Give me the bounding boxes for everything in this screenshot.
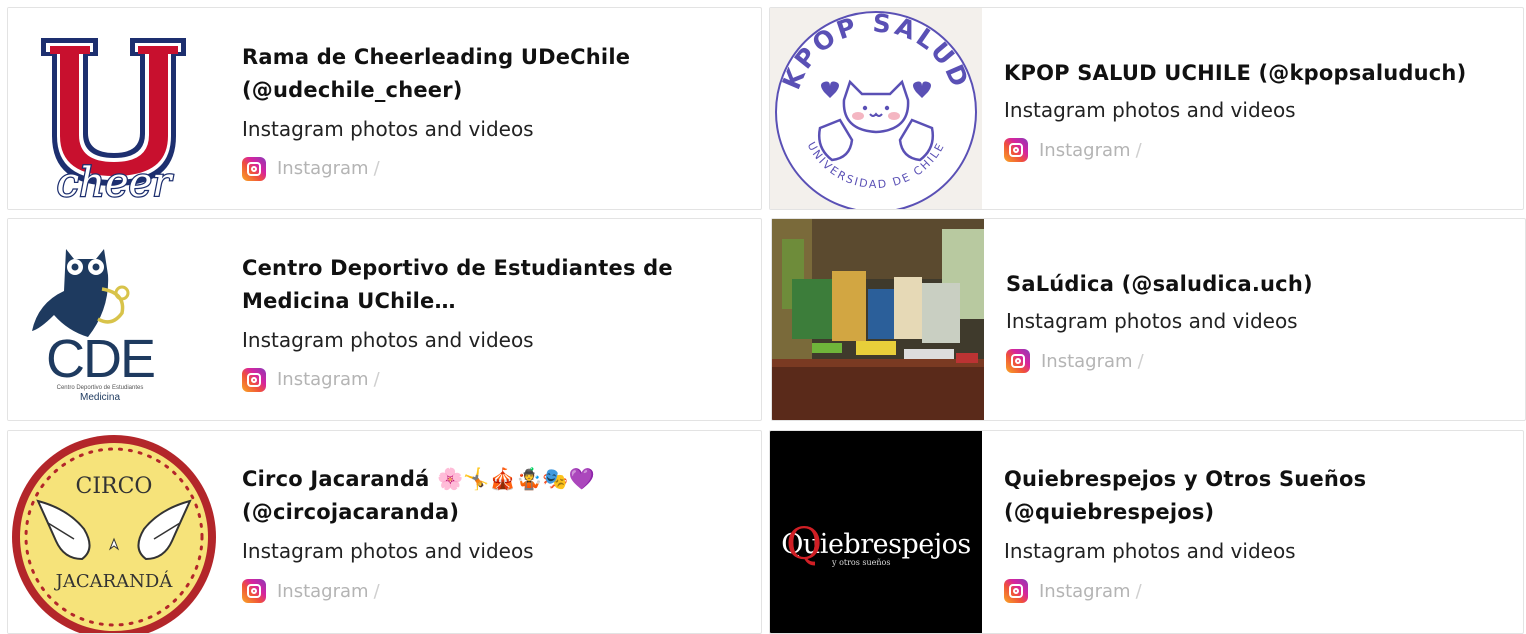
card-title-line: KPOP SALUD UCHILE (@kpopsaluduch) xyxy=(1004,61,1467,85)
link-card-circo-jacaranda[interactable]: CIRCO JACARANDÁ Circo Jacarandá 🌸🤸🎪🤹🎭💜 (… xyxy=(7,430,762,634)
card-description: Instagram photos and videos xyxy=(242,327,534,352)
card-title-line: Quiebrespejos y Otros Sueños xyxy=(1004,467,1367,491)
circo-text-top: CIRCO xyxy=(76,474,153,499)
source-separator: / xyxy=(373,369,380,390)
card-description: Instagram photos and videos xyxy=(1006,309,1298,333)
card-title-line: Centro Deportivo de Estudiantes de xyxy=(242,255,673,280)
card-thumbnail xyxy=(772,219,984,420)
card-thumbnail: cheer xyxy=(8,8,220,209)
link-card-kpop-salud[interactable]: KPOP SALUD UNIVERSIDAD DE CHILE KPOP SAL… xyxy=(769,7,1524,210)
card-thumbnail: CDE Centro Deportivo de Estudiantes Medi… xyxy=(8,219,220,420)
cde-sub-text: Medicina xyxy=(80,392,120,403)
source-label: Instagram xyxy=(1039,580,1131,602)
source-separator: / xyxy=(373,158,380,179)
instagram-icon xyxy=(1004,579,1028,603)
card-info: Quiebrespejos y Otros Sueños (@quiebresp… xyxy=(982,431,1523,633)
instagram-icon xyxy=(1006,349,1030,373)
card-description: Instagram photos and videos xyxy=(242,116,534,141)
card-info: Centro Deportivo de Estudiantes de Medic… xyxy=(220,219,761,420)
card-title[interactable]: SaLúdica (@saludica.uch) xyxy=(1006,268,1525,301)
card-source[interactable]: Instagram / xyxy=(1004,138,1523,162)
source-separator: / xyxy=(1135,139,1142,161)
card-source[interactable]: Instagram / xyxy=(1006,349,1525,373)
card-title[interactable]: Centro Deportivo de Estudiantes de Medic… xyxy=(242,252,761,318)
card-title-line: (@circojacaranda) xyxy=(242,500,460,524)
source-separator: / xyxy=(1135,580,1142,602)
circo-text-bottom: JACARANDÁ xyxy=(54,569,174,592)
card-thumbnail: KPOP SALUD UNIVERSIDAD DE CHILE xyxy=(770,8,982,209)
card-title-line: Circo Jacarandá 🌸🤸🎪🤹🎭💜 xyxy=(242,467,596,491)
source-label: Instagram xyxy=(1039,139,1131,161)
card-thumbnail: CIRCO JACARANDÁ xyxy=(8,431,220,633)
source-label: Instagram xyxy=(277,580,369,602)
card-info: Rama de Cheerleading UDeChile (@udechile… xyxy=(220,8,761,209)
card-description: Instagram photos and videos xyxy=(242,539,534,563)
source-separator: / xyxy=(1137,350,1144,372)
card-title[interactable]: KPOP SALUD UCHILE (@kpopsaluduch) xyxy=(1004,57,1523,90)
card-source[interactable]: Instagram / xyxy=(242,156,761,181)
cheer-script-text: cheer xyxy=(57,160,175,206)
card-title[interactable]: Rama de Cheerleading UDeChile (@udechile… xyxy=(242,41,761,107)
source-label: Instagram xyxy=(277,158,369,179)
quiebrespejos-sub-text: y otros sueños xyxy=(831,558,890,567)
link-card-cde-medicina[interactable]: CDE Centro Deportivo de Estudiantes Medi… xyxy=(7,218,762,421)
source-label: Instagram xyxy=(277,369,369,390)
source-separator: / xyxy=(373,580,380,602)
link-card-saludica[interactable]: SaLúdica (@saludica.uch) Instagram photo… xyxy=(771,218,1526,421)
card-description: Instagram photos and videos xyxy=(1004,539,1296,563)
card-thumbnail: Quiebrespejos Q y otros sueños xyxy=(770,431,982,633)
card-title-line: Medicina UChile… xyxy=(242,288,456,313)
cde-logo-text: CDE xyxy=(46,329,154,389)
quiebrespejos-initial: Q xyxy=(786,519,822,570)
card-title[interactable]: Circo Jacarandá 🌸🤸🎪🤹🎭💜 (@circojacaranda) xyxy=(242,463,761,529)
card-title-line: (@udechile_cheer) xyxy=(242,77,463,102)
card-source[interactable]: Instagram / xyxy=(242,367,761,392)
card-info: KPOP SALUD UCHILE (@kpopsaluduch) Instag… xyxy=(982,8,1523,209)
card-info: Circo Jacarandá 🌸🤸🎪🤹🎭💜 (@circojacaranda)… xyxy=(220,431,761,633)
card-source[interactable]: Instagram / xyxy=(242,579,761,603)
cde-small-text: Centro Deportivo de Estudiantes xyxy=(57,385,144,391)
instagram-icon xyxy=(242,367,266,392)
instagram-icon xyxy=(242,579,266,603)
card-source[interactable]: Instagram / xyxy=(1004,579,1523,603)
link-card-udechile-cheer[interactable]: cheer Rama de Cheerleading UDeChile (@ud… xyxy=(7,7,762,210)
card-info: SaLúdica (@saludica.uch) Instagram photo… xyxy=(984,219,1525,420)
card-description: Instagram photos and videos xyxy=(1004,98,1296,122)
source-label: Instagram xyxy=(1041,350,1133,372)
instagram-icon xyxy=(1004,138,1028,162)
card-title-line: SaLúdica (@saludica.uch) xyxy=(1006,272,1313,296)
card-title-line: Rama de Cheerleading UDeChile xyxy=(242,44,631,69)
link-card-quiebrespejos[interactable]: Quiebrespejos Q y otros sueños Quiebresp… xyxy=(769,430,1524,634)
instagram-icon xyxy=(242,156,266,181)
card-title-line: (@quiebrespejos) xyxy=(1004,500,1215,524)
card-title[interactable]: Quiebrespejos y Otros Sueños (@quiebresp… xyxy=(1004,463,1523,529)
